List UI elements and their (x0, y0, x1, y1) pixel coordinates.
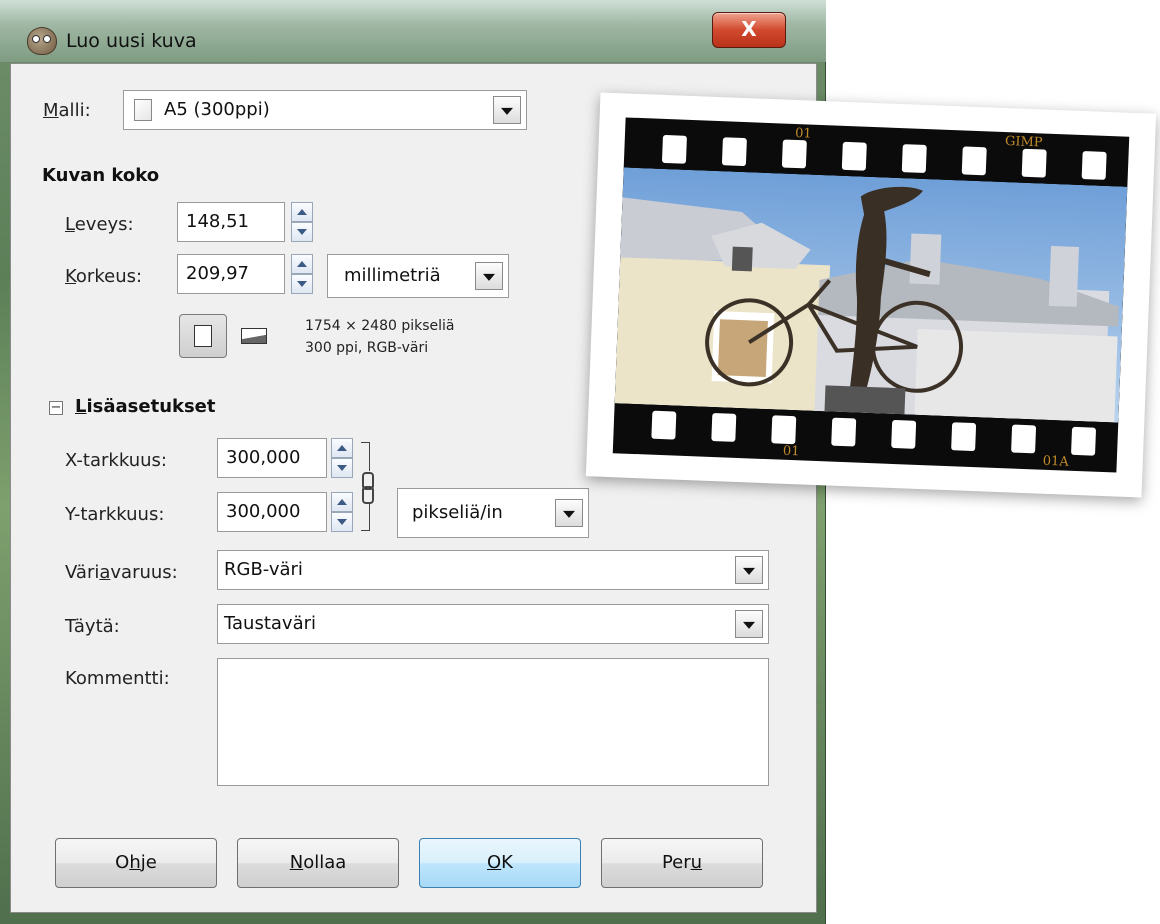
film-perforation (1071, 426, 1097, 456)
chevron-down-icon[interactable] (475, 262, 503, 290)
increment-icon[interactable] (331, 492, 353, 512)
template-label: Malli: (43, 100, 91, 121)
resolution-unit-value: pikseliä/in (412, 502, 503, 523)
film-perforation (781, 139, 807, 169)
help-button[interactable]: Ohje (55, 838, 217, 888)
pixel-size-info: 1754 × 2480 pikseliä (305, 318, 455, 334)
film-frame-number: 01 (782, 443, 800, 460)
window-title: Luo uusi kuva (66, 30, 197, 52)
statue-photo (614, 167, 1128, 423)
film-perforation (1081, 151, 1107, 180)
chevron-down-icon[interactable] (555, 499, 583, 527)
colorspace-label: Väriavaruus: (65, 562, 178, 583)
film-perforation (841, 141, 867, 171)
film-perforation (951, 422, 977, 452)
ok-button[interactable]: OK (419, 838, 581, 888)
size-unit-select[interactable]: millimetriä (327, 254, 509, 298)
template-value: A5 (300ppi) (164, 99, 270, 120)
comment-label: Kommentti: (65, 668, 170, 689)
document-icon (134, 99, 152, 121)
film-perforation (651, 410, 677, 440)
reset-button[interactable]: Nollaa (237, 838, 399, 888)
fill-select[interactable]: Taustaväri (217, 604, 769, 644)
photo-frame: 01 GIMP 01 01A (585, 92, 1157, 498)
film-perforation (711, 412, 737, 442)
width-stepper[interactable] (291, 202, 313, 242)
film-perforation (1011, 424, 1037, 454)
decrement-icon[interactable] (331, 512, 353, 532)
size-unit-value: millimetriä (344, 265, 441, 286)
resolution-unit-select[interactable]: pikseliä/in (397, 488, 589, 538)
colorspace-select[interactable]: RGB-väri (217, 550, 769, 590)
y-resolution-stepper[interactable] (331, 492, 353, 532)
film-perforation (961, 146, 987, 176)
chevron-down-icon[interactable] (735, 556, 763, 584)
fill-label: Täytä: (65, 616, 120, 637)
collapse-toggle-icon[interactable]: − (49, 401, 63, 415)
x-resolution-stepper[interactable] (331, 438, 353, 478)
image-size-heading: Kuvan koko (42, 165, 160, 186)
width-label: Leveys: (65, 214, 134, 235)
chevron-down-icon[interactable] (493, 96, 521, 124)
x-resolution-label: X-tarkkuus: (65, 450, 167, 471)
y-resolution-label: Y-tarkkuus: (65, 504, 165, 525)
advanced-heading[interactable]: Lisäasetukset (75, 396, 216, 417)
increment-icon[interactable] (291, 202, 313, 222)
comment-textarea[interactable] (217, 658, 769, 786)
film-perforation (831, 417, 857, 447)
decrement-icon[interactable] (331, 458, 353, 478)
colorspace-value: RGB-väri (224, 559, 303, 580)
film-perforation (1021, 148, 1047, 178)
landscape-icon (241, 328, 267, 344)
increment-icon[interactable] (331, 438, 353, 458)
film-perforation (721, 137, 747, 167)
decrement-icon[interactable] (291, 222, 313, 242)
title-bar[interactable]: Luo uusi kuva X (0, 0, 826, 62)
height-label: Korkeus: (65, 266, 143, 287)
film-perforation (901, 144, 927, 174)
filmstrip-image: 01 GIMP 01 01A (612, 117, 1130, 473)
cancel-button[interactable]: Peru (601, 838, 763, 888)
increment-icon[interactable] (291, 254, 313, 274)
height-input[interactable]: 209,97 (177, 254, 285, 294)
gimp-wilber-icon (27, 27, 57, 55)
film-frame-label: 01A (1042, 453, 1069, 470)
film-perforation (661, 134, 687, 164)
film-perforation (771, 415, 797, 445)
width-input[interactable]: 148,51 (177, 202, 285, 242)
portrait-button[interactable] (179, 314, 227, 358)
template-select[interactable]: A5 (300ppi) (123, 90, 527, 130)
height-stepper[interactable] (291, 254, 313, 294)
close-button[interactable]: X (712, 12, 786, 48)
decrement-icon[interactable] (291, 274, 313, 294)
fill-value: Taustaväri (224, 613, 317, 634)
landscape-button[interactable] (235, 318, 275, 352)
chain-link-icon[interactable] (357, 442, 379, 532)
resolution-info: 300 ppi, RGB-väri (305, 340, 429, 356)
x-resolution-input[interactable]: 300,000 (217, 438, 327, 478)
y-resolution-input[interactable]: 300,000 (217, 492, 327, 532)
film-perforation (891, 419, 917, 449)
portrait-icon (194, 325, 212, 347)
chevron-down-icon[interactable] (735, 610, 763, 638)
